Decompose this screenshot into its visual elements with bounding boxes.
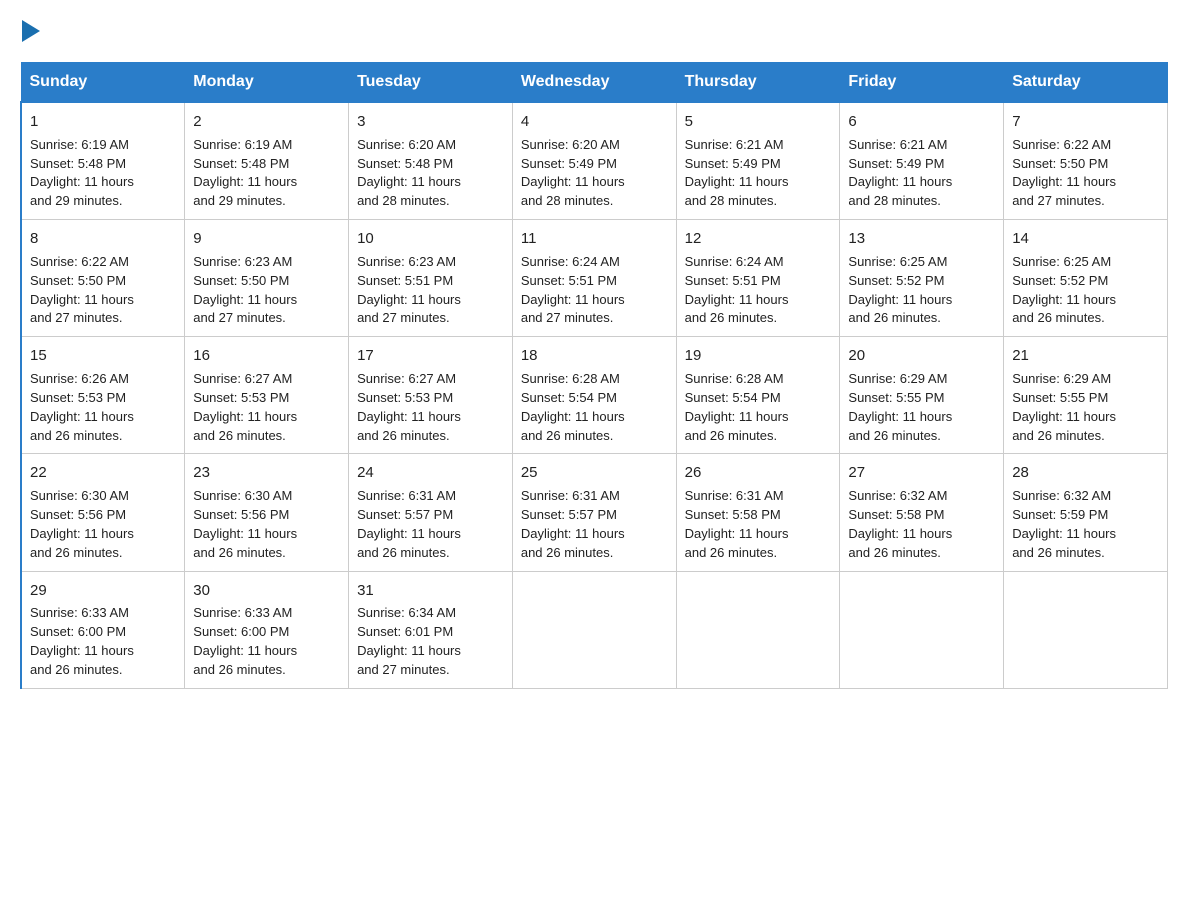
day-number: 24 — [357, 462, 504, 484]
calendar-cell: 10Sunrise: 6:23 AMSunset: 5:51 PMDayligh… — [349, 220, 513, 337]
calendar-cell — [512, 571, 676, 688]
day-number: 2 — [193, 111, 340, 133]
calendar-cell — [676, 571, 840, 688]
logo-arrow-icon — [22, 20, 40, 42]
calendar-cell: 17Sunrise: 6:27 AMSunset: 5:53 PMDayligh… — [349, 337, 513, 454]
weekday-header-tuesday: Tuesday — [349, 63, 513, 103]
day-number: 7 — [1012, 111, 1159, 133]
calendar-cell: 23Sunrise: 6:30 AMSunset: 5:56 PMDayligh… — [185, 454, 349, 571]
calendar-cell: 1Sunrise: 6:19 AMSunset: 5:48 PMDaylight… — [21, 102, 185, 220]
calendar-cell: 3Sunrise: 6:20 AMSunset: 5:48 PMDaylight… — [349, 102, 513, 220]
weekday-header-friday: Friday — [840, 63, 1004, 103]
calendar-week-row: 15Sunrise: 6:26 AMSunset: 5:53 PMDayligh… — [21, 337, 1168, 454]
day-number: 20 — [848, 345, 995, 367]
calendar-table: SundayMondayTuesdayWednesdayThursdayFrid… — [20, 62, 1168, 689]
calendar-cell: 11Sunrise: 6:24 AMSunset: 5:51 PMDayligh… — [512, 220, 676, 337]
weekday-header-wednesday: Wednesday — [512, 63, 676, 103]
calendar-cell: 30Sunrise: 6:33 AMSunset: 6:00 PMDayligh… — [185, 571, 349, 688]
day-number: 31 — [357, 580, 504, 602]
day-number: 26 — [685, 462, 832, 484]
day-number: 5 — [685, 111, 832, 133]
day-number: 4 — [521, 111, 668, 133]
day-number: 17 — [357, 345, 504, 367]
calendar-cell: 16Sunrise: 6:27 AMSunset: 5:53 PMDayligh… — [185, 337, 349, 454]
day-number: 30 — [193, 580, 340, 602]
calendar-cell: 15Sunrise: 6:26 AMSunset: 5:53 PMDayligh… — [21, 337, 185, 454]
calendar-cell: 29Sunrise: 6:33 AMSunset: 6:00 PMDayligh… — [21, 571, 185, 688]
day-number: 29 — [30, 580, 176, 602]
day-number: 22 — [30, 462, 176, 484]
weekday-header-row: SundayMondayTuesdayWednesdayThursdayFrid… — [21, 63, 1168, 103]
day-number: 8 — [30, 228, 176, 250]
day-number: 12 — [685, 228, 832, 250]
calendar-cell: 9Sunrise: 6:23 AMSunset: 5:50 PMDaylight… — [185, 220, 349, 337]
weekday-header-sunday: Sunday — [21, 63, 185, 103]
calendar-cell: 26Sunrise: 6:31 AMSunset: 5:58 PMDayligh… — [676, 454, 840, 571]
day-number: 23 — [193, 462, 340, 484]
calendar-cell: 27Sunrise: 6:32 AMSunset: 5:58 PMDayligh… — [840, 454, 1004, 571]
calendar-cell: 20Sunrise: 6:29 AMSunset: 5:55 PMDayligh… — [840, 337, 1004, 454]
day-number: 13 — [848, 228, 995, 250]
day-number: 15 — [30, 345, 176, 367]
day-number: 16 — [193, 345, 340, 367]
calendar-cell: 2Sunrise: 6:19 AMSunset: 5:48 PMDaylight… — [185, 102, 349, 220]
weekday-header-monday: Monday — [185, 63, 349, 103]
calendar-week-row: 1Sunrise: 6:19 AMSunset: 5:48 PMDaylight… — [21, 102, 1168, 220]
calendar-cell: 22Sunrise: 6:30 AMSunset: 5:56 PMDayligh… — [21, 454, 185, 571]
day-number: 6 — [848, 111, 995, 133]
day-number: 1 — [30, 111, 176, 133]
calendar-cell: 25Sunrise: 6:31 AMSunset: 5:57 PMDayligh… — [512, 454, 676, 571]
calendar-cell: 8Sunrise: 6:22 AMSunset: 5:50 PMDaylight… — [21, 220, 185, 337]
calendar-week-row: 29Sunrise: 6:33 AMSunset: 6:00 PMDayligh… — [21, 571, 1168, 688]
calendar-cell: 4Sunrise: 6:20 AMSunset: 5:49 PMDaylight… — [512, 102, 676, 220]
calendar-cell: 21Sunrise: 6:29 AMSunset: 5:55 PMDayligh… — [1004, 337, 1168, 454]
calendar-week-row: 22Sunrise: 6:30 AMSunset: 5:56 PMDayligh… — [21, 454, 1168, 571]
day-number: 19 — [685, 345, 832, 367]
calendar-cell: 24Sunrise: 6:31 AMSunset: 5:57 PMDayligh… — [349, 454, 513, 571]
calendar-cell: 18Sunrise: 6:28 AMSunset: 5:54 PMDayligh… — [512, 337, 676, 454]
calendar-cell — [840, 571, 1004, 688]
day-number: 11 — [521, 228, 668, 250]
day-number: 14 — [1012, 228, 1159, 250]
day-number: 27 — [848, 462, 995, 484]
calendar-cell: 28Sunrise: 6:32 AMSunset: 5:59 PMDayligh… — [1004, 454, 1168, 571]
day-number: 21 — [1012, 345, 1159, 367]
day-number: 25 — [521, 462, 668, 484]
calendar-week-row: 8Sunrise: 6:22 AMSunset: 5:50 PMDaylight… — [21, 220, 1168, 337]
day-number: 18 — [521, 345, 668, 367]
day-number: 3 — [357, 111, 504, 133]
logo — [20, 20, 40, 42]
day-number: 9 — [193, 228, 340, 250]
weekday-header-saturday: Saturday — [1004, 63, 1168, 103]
day-number: 28 — [1012, 462, 1159, 484]
calendar-cell: 14Sunrise: 6:25 AMSunset: 5:52 PMDayligh… — [1004, 220, 1168, 337]
calendar-cell: 12Sunrise: 6:24 AMSunset: 5:51 PMDayligh… — [676, 220, 840, 337]
calendar-cell: 19Sunrise: 6:28 AMSunset: 5:54 PMDayligh… — [676, 337, 840, 454]
calendar-cell: 7Sunrise: 6:22 AMSunset: 5:50 PMDaylight… — [1004, 102, 1168, 220]
calendar-cell: 31Sunrise: 6:34 AMSunset: 6:01 PMDayligh… — [349, 571, 513, 688]
calendar-cell: 5Sunrise: 6:21 AMSunset: 5:49 PMDaylight… — [676, 102, 840, 220]
calendar-cell: 13Sunrise: 6:25 AMSunset: 5:52 PMDayligh… — [840, 220, 1004, 337]
calendar-cell: 6Sunrise: 6:21 AMSunset: 5:49 PMDaylight… — [840, 102, 1004, 220]
page-header — [20, 20, 1168, 42]
day-number: 10 — [357, 228, 504, 250]
calendar-cell — [1004, 571, 1168, 688]
weekday-header-thursday: Thursday — [676, 63, 840, 103]
